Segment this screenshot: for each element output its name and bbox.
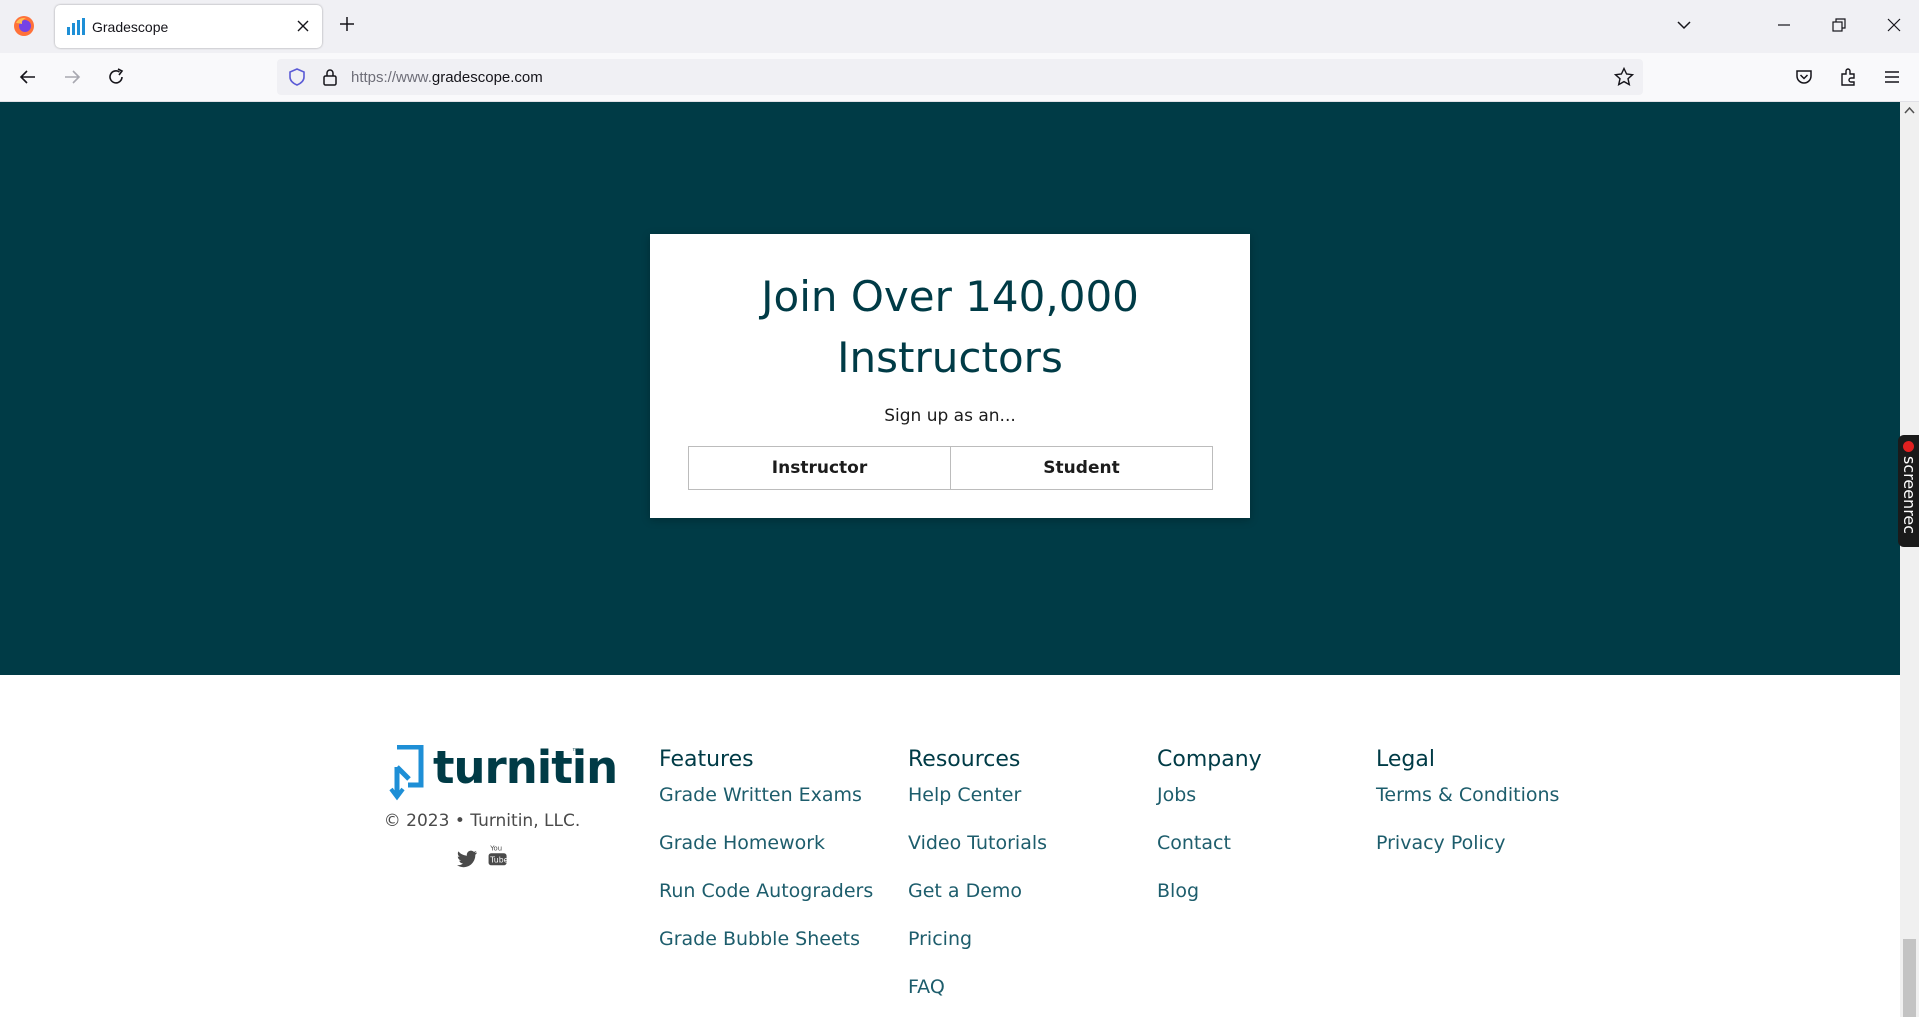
hero-section: Join Over 140,000 Instructors Sign up as… xyxy=(0,102,1900,675)
back-arrow-icon[interactable] xyxy=(17,66,39,88)
footer-column-legal: Legal Terms & Conditions Privacy Policy xyxy=(1376,747,1559,880)
brand-trademark: ™ xyxy=(572,748,579,755)
reload-icon[interactable] xyxy=(105,66,127,88)
signup-title-line1: Join Over 140,000 xyxy=(761,272,1139,321)
pocket-icon[interactable] xyxy=(1793,66,1815,88)
chevron-down-icon[interactable] xyxy=(1674,15,1694,35)
screenrec-widget[interactable]: screenrec xyxy=(1898,435,1919,547)
signup-subtitle: Sign up as an... xyxy=(884,406,1016,426)
close-icon[interactable] xyxy=(294,17,312,35)
footer-link-jobs[interactable]: Jobs xyxy=(1157,784,1262,832)
footer-link-contact[interactable]: Contact xyxy=(1157,832,1262,880)
brand-name: turnitin xyxy=(433,741,618,794)
hamburger-menu-icon[interactable] xyxy=(1881,66,1903,88)
tab-title: Gradescope xyxy=(92,19,169,35)
copyright-text: © 2023 • Turnitin, LLC. xyxy=(383,811,581,831)
footer-link-faq[interactable]: FAQ xyxy=(908,976,1047,1017)
url-text[interactable]: https://www.gradescope.com xyxy=(351,69,543,86)
student-signup-button[interactable]: Student xyxy=(950,447,1212,489)
close-window-icon[interactable] xyxy=(1883,14,1905,36)
signup-title-line2: Instructors xyxy=(837,333,1063,382)
youtube-icon[interactable]: You Tube xyxy=(486,843,510,867)
tab-strip: Gradescope xyxy=(0,0,1919,53)
footer-link-video-tutorials[interactable]: Video Tutorials xyxy=(908,832,1047,880)
footer-column-resources: Resources Help Center Video Tutorials Ge… xyxy=(908,747,1047,1017)
minimize-icon[interactable] xyxy=(1773,14,1795,36)
twitter-icon[interactable] xyxy=(455,847,479,871)
site-footer: turnitin ™ © 2023 • Turnitin, LLC. You T… xyxy=(0,675,1900,1017)
record-dot-icon xyxy=(1903,441,1914,452)
turnitin-logo[interactable]: turnitin ™ xyxy=(388,741,618,805)
firefox-logo[interactable] xyxy=(13,15,35,37)
signup-title: Join Over 140,000 Instructors xyxy=(650,266,1250,388)
footer-link-run-code-autograders[interactable]: Run Code Autograders xyxy=(659,880,873,928)
shield-icon[interactable] xyxy=(287,67,307,87)
footer-link-privacy-policy[interactable]: Privacy Policy xyxy=(1376,832,1559,880)
footer-link-terms-conditions[interactable]: Terms & Conditions xyxy=(1376,784,1559,832)
restore-icon[interactable] xyxy=(1828,14,1850,36)
address-bar[interactable]: https://www.gradescope.com xyxy=(277,59,1643,95)
gradescope-bars-icon xyxy=(67,18,85,35)
footer-link-blog[interactable]: Blog xyxy=(1157,880,1262,928)
star-icon[interactable] xyxy=(1613,66,1635,88)
url-prefix: https://www. xyxy=(351,69,432,86)
svg-text:Tube: Tube xyxy=(489,856,508,865)
tab-gradescope[interactable]: Gradescope xyxy=(55,5,322,48)
signup-card: Join Over 140,000 Instructors Sign up as… xyxy=(650,234,1250,518)
signup-role-buttons: Instructor Student xyxy=(688,446,1213,490)
footer-link-grade-written-exams[interactable]: Grade Written Exams xyxy=(659,784,873,832)
footer-link-grade-bubble-sheets[interactable]: Grade Bubble Sheets xyxy=(659,928,873,976)
footer-heading: Company xyxy=(1157,747,1262,772)
footer-link-get-a-demo[interactable]: Get a Demo xyxy=(908,880,1047,928)
footer-link-grade-homework[interactable]: Grade Homework xyxy=(659,832,873,880)
lock-icon[interactable] xyxy=(320,67,340,87)
forward-arrow-icon[interactable] xyxy=(61,66,83,88)
footer-column-features: Features Grade Written Exams Grade Homew… xyxy=(659,747,873,976)
page-scrollbar[interactable] xyxy=(1900,102,1919,1017)
extensions-icon[interactable] xyxy=(1837,66,1859,88)
svg-text:You: You xyxy=(489,845,502,853)
footer-heading: Resources xyxy=(908,747,1021,772)
footer-link-help-center[interactable]: Help Center xyxy=(908,784,1047,832)
footer-column-company: Company Jobs Contact Blog xyxy=(1157,747,1262,928)
footer-heading: Legal xyxy=(1376,747,1435,772)
scrollbar-thumb[interactable] xyxy=(1903,939,1916,1017)
plus-icon[interactable] xyxy=(337,14,357,34)
turnitin-mark-icon xyxy=(389,745,424,801)
footer-link-pricing[interactable]: Pricing xyxy=(908,928,1047,976)
nav-toolbar: https://www.gradescope.com xyxy=(0,53,1919,102)
footer-heading: Features xyxy=(659,747,754,772)
instructor-signup-button[interactable]: Instructor xyxy=(689,447,950,489)
screenrec-label: screenrec xyxy=(1900,456,1919,535)
scroll-up-arrow-icon[interactable] xyxy=(1904,106,1915,114)
url-domain: gradescope.com xyxy=(431,69,543,86)
